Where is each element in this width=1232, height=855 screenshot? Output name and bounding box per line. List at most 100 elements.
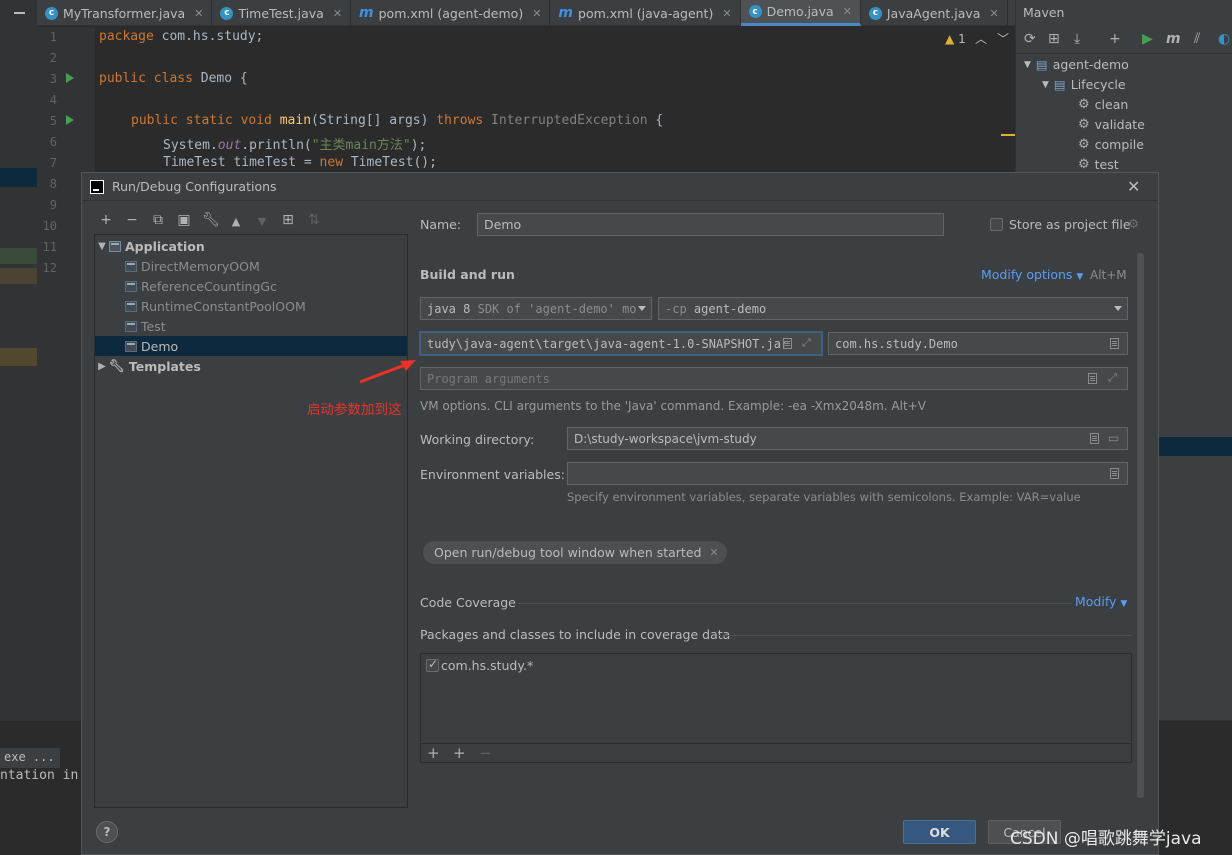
close-icon[interactable]: ✕ [709,546,718,559]
tab-demo[interactable]: c Demo.java ✕ [740,0,861,26]
vm-options-input[interactable]: tudy\java-agent\target\java-agent-1.0-SN… [419,331,823,356]
maven-goal[interactable]: ⚙ clean [1078,97,1128,112]
edit-icon[interactable] [1090,433,1099,444]
edit-icon[interactable] [1110,468,1119,479]
ok-button[interactable]: OK [903,820,976,844]
reload-icon[interactable]: ⟳ [1024,31,1036,47]
add-folder-icon[interactable]: ⊞ [1048,31,1060,47]
chevron-up-icon[interactable]: ︿ [975,30,987,47]
environment-variables-input[interactable] [567,462,1128,485]
help-button[interactable]: ? [96,821,118,843]
open-tool-window-chip[interactable]: Open run/debug tool window when started ✕ [423,541,727,564]
add-class-icon[interactable]: + [427,744,440,762]
tab-pom-java-agent[interactable]: m pom.xml (java-agent) ✕ [550,0,741,26]
tree-item-config-selected[interactable]: Demo [95,336,407,356]
skip-tests-icon[interactable]: ◐ [1218,31,1230,47]
chevron-right-icon: ▶ [98,360,106,372]
code-editor[interactable]: package com.hs.study; public class Demo … [95,27,1015,172]
coverage-item-checkbox[interactable] [426,657,439,672]
tree-item-config[interactable]: ReferenceCountingGc [95,276,407,296]
name-input[interactable]: Demo [477,213,944,236]
maven-icon: m [359,5,374,21]
edit-icon[interactable] [783,338,792,349]
tab-pom-agent-demo[interactable]: m pom.xml (agent-demo) ✕ [351,0,551,26]
module-icon: ▤ [1035,57,1048,72]
modify-options-link[interactable]: Modify options ▼ [981,267,1083,282]
divider [518,603,1072,604]
jdk-select[interactable]: java 8 SDK of 'agent-demo' mo [420,297,652,320]
error-stripe-marker[interactable] [1001,134,1015,136]
gear-icon: ⚙ [1078,157,1090,172]
gear-icon[interactable]: ⚙ [1128,216,1139,231]
add-icon[interactable]: + [98,212,114,228]
coverage-modify-link[interactable]: Modify ▼ [1075,594,1127,609]
tree-item-config[interactable]: RuntimeConstantPoolOOM [95,296,407,316]
code-line: System.out.println("主类main方法"); [163,138,427,153]
close-icon[interactable]: ✕ [194,7,203,20]
add-package-icon[interactable]: + [453,744,466,762]
edit-icon[interactable] [1110,338,1119,349]
close-icon[interactable]: ✕ [532,7,541,20]
toggle-offline-icon[interactable]: ⫽ [1194,31,1200,47]
scrollbar[interactable] [1137,253,1144,798]
expand-icon[interactable]: ⤢ [1108,371,1117,385]
chevron-down-icon[interactable]: ﹀ [997,30,1009,47]
tree-item-application[interactable]: ▼ Application [95,236,407,256]
maven-project[interactable]: ▼ ▤ agent-demo [1024,57,1129,72]
class-icon: c [868,6,882,20]
working-directory-input[interactable]: D:\study-workspace\jvm-study ▭ [567,427,1128,450]
store-as-project-checkbox[interactable] [990,218,1003,231]
main-class-input[interactable]: com.hs.study.Demo [828,332,1128,355]
classpath-select[interactable]: -cp agent-demo [658,297,1128,320]
class-icon: c [45,6,58,20]
save-icon[interactable]: ▣ [176,212,192,228]
wrench-icon[interactable]: 🔧︎ [202,212,220,228]
dropdown-arrow-icon [1114,306,1122,311]
add-icon[interactable]: + [1109,31,1121,47]
maven-goal[interactable]: ⚙ test [1078,157,1119,172]
tree-item-config[interactable]: DirectMemoryOOM [95,256,407,276]
maven-lifecycle[interactable]: ▼ ▤ Lifecycle [1042,77,1126,92]
line-number: 5 [49,114,57,128]
close-icon[interactable]: ✕ [333,7,342,20]
minimize-icon[interactable] [14,12,25,14]
remove-icon[interactable]: − [124,212,140,228]
bottom-tab[interactable]: exe ... [0,748,60,768]
folder-icon[interactable]: ▭ [1108,431,1119,445]
code-line: public static void main(String[] args) t… [131,113,664,128]
program-arguments-input[interactable]: Program arguments ⤢ [420,367,1128,390]
coverage-list[interactable]: com.hs.study.* + + − [420,653,1132,763]
close-icon[interactable]: ✕ [1127,177,1140,196]
class-icon: c [220,6,234,20]
line-number: 1 [49,30,57,44]
folder-icon: ▤ [1053,77,1066,92]
warning-indicator[interactable]: ▲ 1 [945,32,966,46]
tab-javaagent[interactable]: c JavaAgent.java ✕ [861,0,1008,26]
close-icon[interactable]: ✕ [989,7,998,20]
strip-marker [0,268,37,284]
tab-mytransformer[interactable]: c MyTransformer.java ✕ [37,0,213,26]
run-icon[interactable] [66,73,74,83]
chevron-down-icon: ▼ [1024,59,1031,70]
move-up-icon[interactable]: ▲ [228,215,244,228]
run-icon[interactable]: ▶ [1142,31,1153,47]
close-icon[interactable]: ✕ [843,5,852,18]
expand-icon[interactable]: ⤢ [802,336,811,350]
edit-icon[interactable] [1088,373,1097,384]
maven-goal-icon[interactable]: m [1166,31,1181,47]
watermark: CSDN @唱歌跳舞学java [1010,829,1202,849]
copy-icon[interactable]: ⧉ [150,212,166,228]
maven-goal[interactable]: ⚙ validate [1078,117,1145,132]
configuration-tree[interactable]: ▼ Application DirectMemoryOOM ReferenceCo… [94,234,408,808]
modify-options-shortcut: Alt+M [1090,268,1127,282]
line-number: 4 [49,93,57,107]
close-icon[interactable]: ✕ [722,7,731,20]
line-number: 7 [49,156,57,170]
download-icon[interactable]: ⤓ [1074,31,1080,47]
new-folder-icon[interactable]: ⊞ [280,212,296,228]
gear-icon: ⚙ [1078,117,1090,132]
tab-timetest[interactable]: c TimeTest.java ✕ [212,0,352,26]
tree-item-config[interactable]: Test [95,316,407,336]
maven-goal[interactable]: ⚙ compile [1078,137,1144,152]
run-icon[interactable] [66,115,74,125]
